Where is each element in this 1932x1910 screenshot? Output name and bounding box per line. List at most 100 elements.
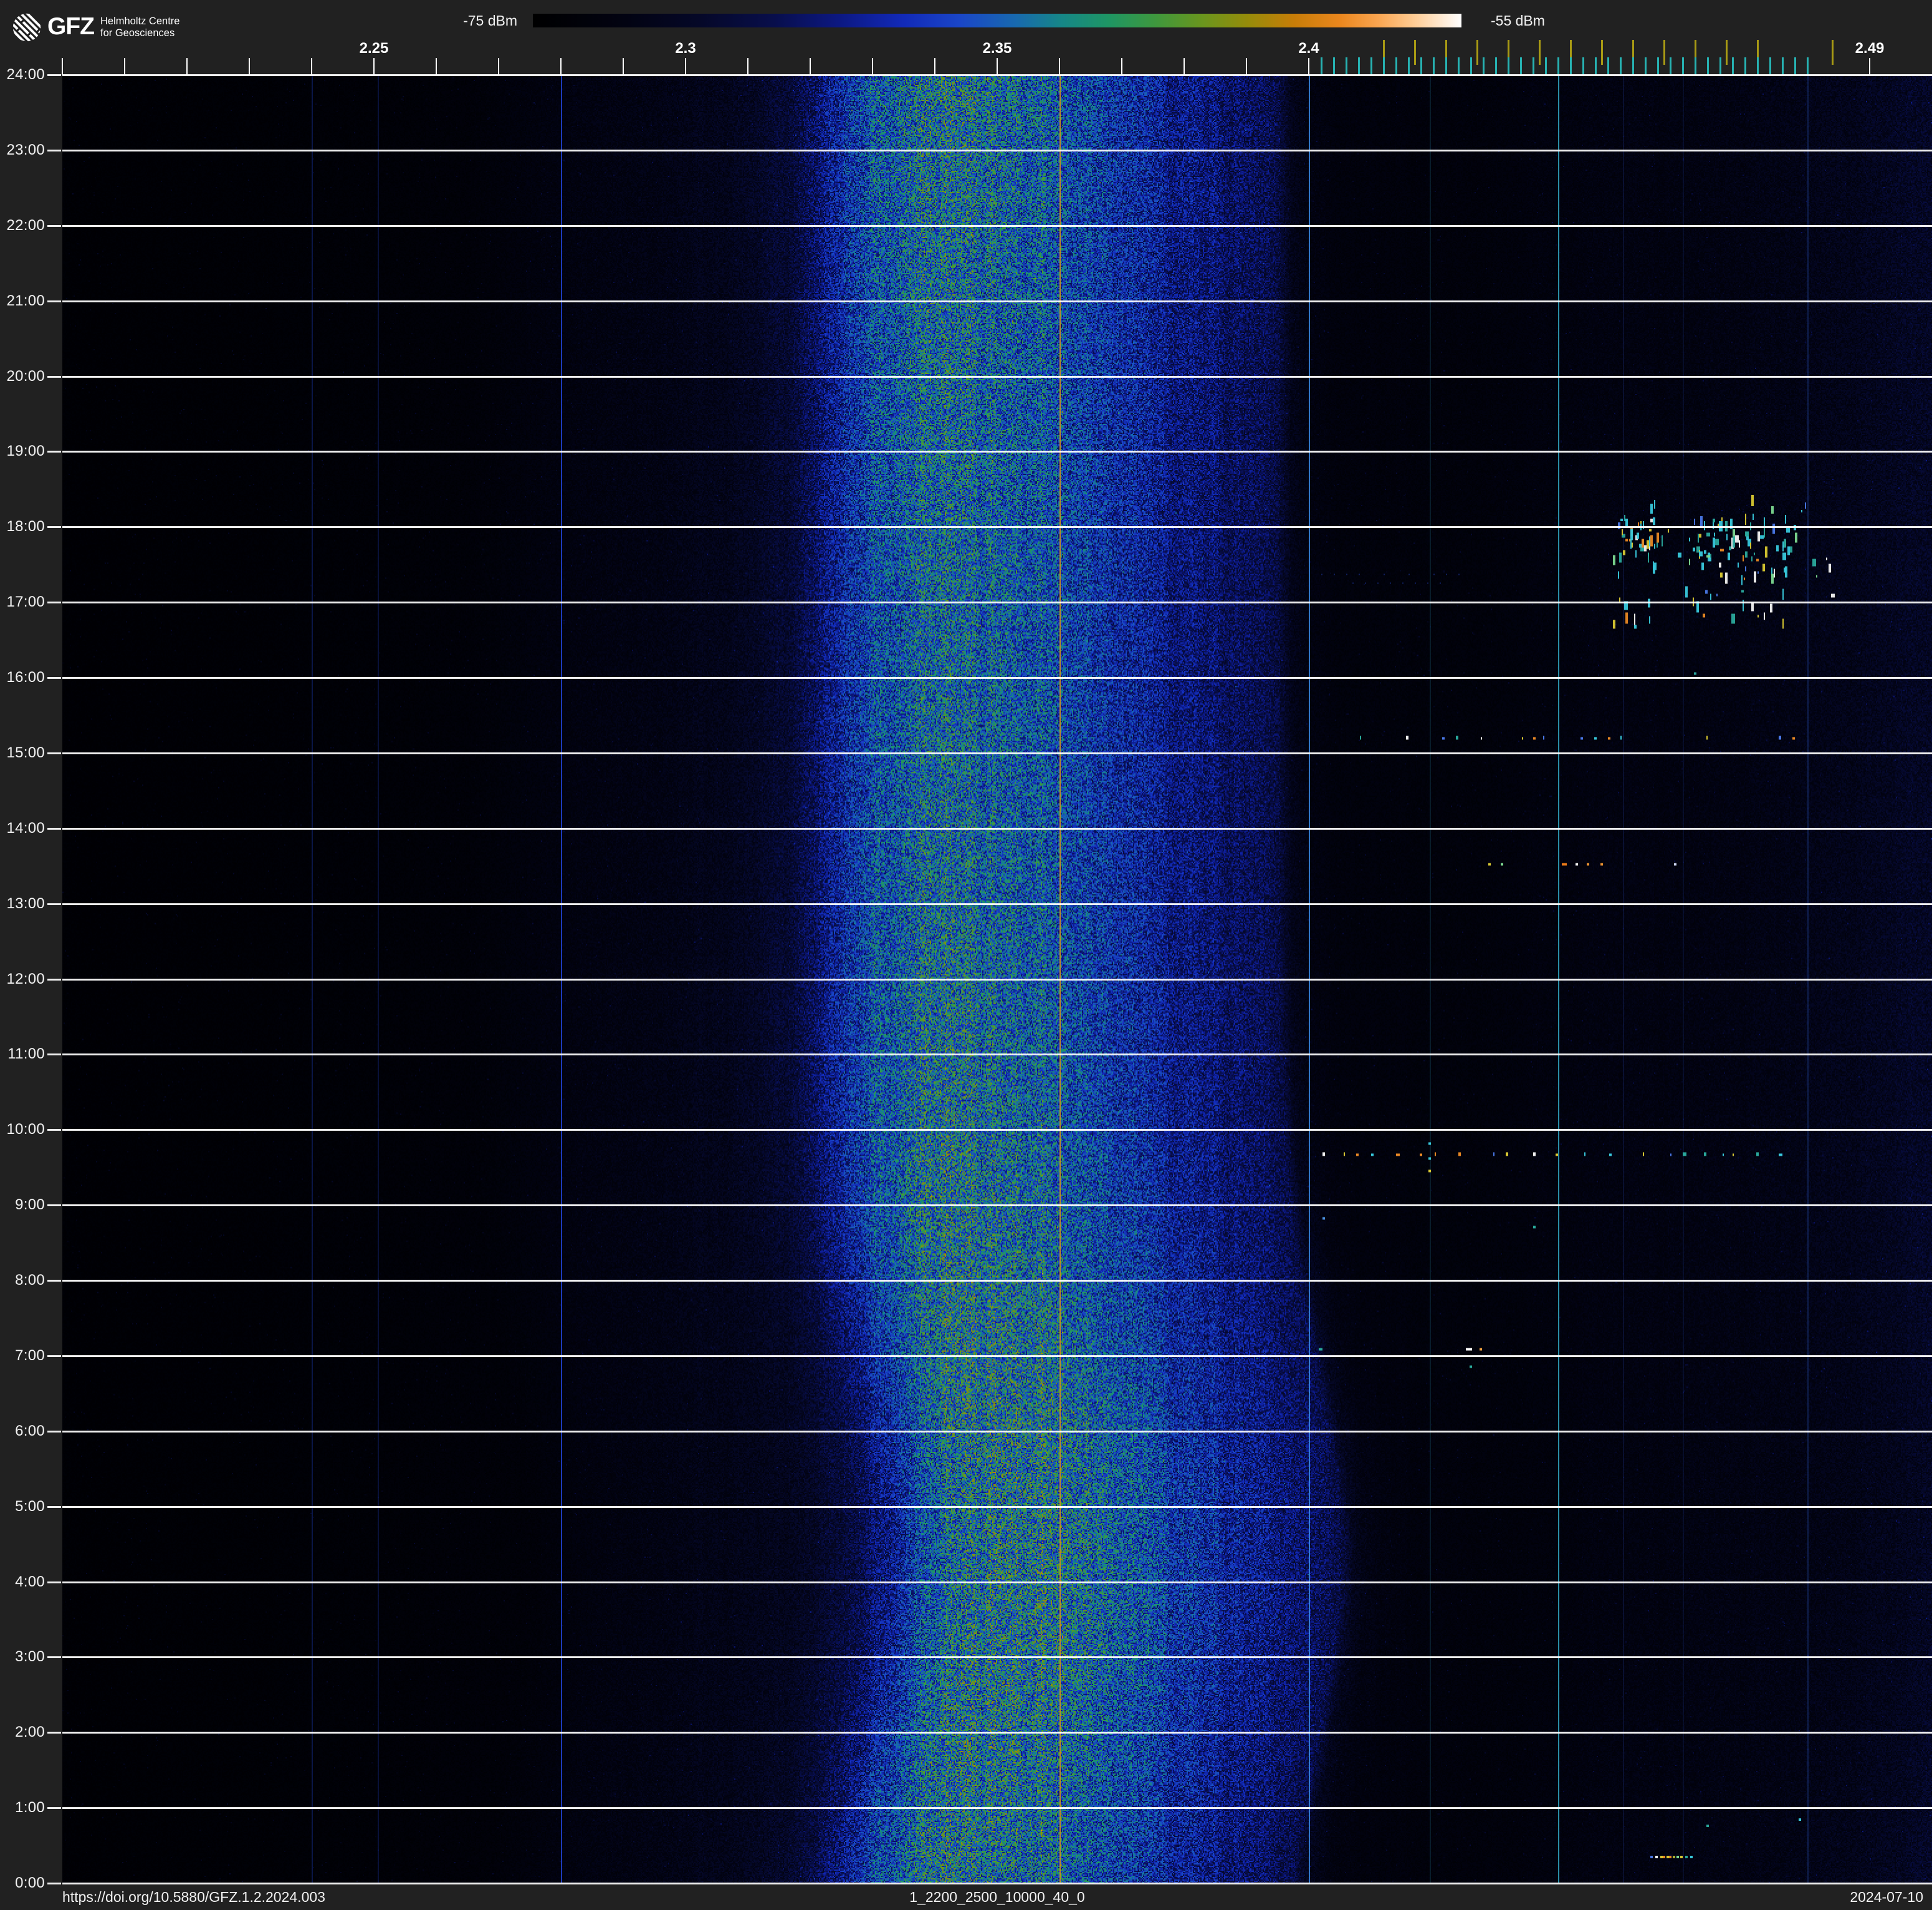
ble-channel-tick bbox=[1370, 57, 1372, 75]
hour-tick bbox=[47, 526, 61, 528]
freq-tick bbox=[436, 58, 437, 75]
freq-tick bbox=[1308, 58, 1309, 75]
freq-tick bbox=[62, 58, 63, 75]
ble-channel-tick bbox=[1408, 57, 1410, 75]
freq-tick bbox=[311, 58, 312, 75]
filename-label: 1_2200_2500_10000_40_0 bbox=[909, 1889, 1085, 1905]
time-label: 23:00 bbox=[6, 142, 45, 158]
wifi-channel-tick bbox=[1476, 40, 1478, 65]
wifi-channel-tick bbox=[1601, 40, 1603, 65]
hour-tick bbox=[47, 1431, 61, 1432]
ble-channel-tick bbox=[1719, 57, 1721, 75]
hour-gridline bbox=[62, 752, 1932, 754]
ble-channel-tick bbox=[1433, 57, 1435, 75]
freq-tick bbox=[1869, 58, 1870, 75]
freq-label: 2.49 bbox=[1855, 40, 1885, 57]
ble-channel-tick bbox=[1744, 57, 1746, 75]
wifi-channel-tick bbox=[1663, 40, 1665, 65]
hour-gridline bbox=[62, 903, 1932, 905]
hour-gridline bbox=[62, 1129, 1932, 1131]
time-label: 3:00 bbox=[15, 1648, 45, 1665]
hour-tick bbox=[47, 376, 61, 378]
ble-channel-tick bbox=[1757, 57, 1759, 75]
time-label: 24:00 bbox=[6, 66, 45, 83]
freq-tick bbox=[997, 58, 998, 75]
doi-link[interactable]: https://doi.org/10.5880/GFZ.1.2.2024.003 bbox=[62, 1889, 325, 1906]
hour-tick bbox=[47, 451, 61, 453]
hour-gridline bbox=[62, 828, 1932, 830]
hour-tick bbox=[47, 1355, 61, 1357]
hour-tick bbox=[47, 1656, 61, 1658]
ble-channel-tick bbox=[1533, 57, 1534, 75]
ble-channel-tick bbox=[1645, 57, 1647, 75]
hour-tick bbox=[47, 1581, 61, 1583]
time-label: 18:00 bbox=[6, 518, 45, 535]
colorbar-min-label: -75 dBm bbox=[463, 12, 517, 29]
ble-channel-tick bbox=[1657, 57, 1659, 75]
freq-tick bbox=[186, 58, 188, 75]
date-label: 2024-07-10 bbox=[1850, 1889, 1923, 1905]
freq-tick bbox=[1184, 58, 1185, 75]
freq-tick bbox=[1059, 58, 1060, 75]
ble-channel-tick bbox=[1557, 57, 1559, 75]
hour-gridline bbox=[62, 300, 1932, 302]
wifi-channel-tick bbox=[1832, 40, 1834, 65]
hour-tick bbox=[47, 828, 61, 830]
ble-channel-tick bbox=[1420, 57, 1422, 75]
time-label: 13:00 bbox=[6, 895, 45, 912]
time-label: 10:00 bbox=[6, 1121, 45, 1138]
hour-gridline bbox=[62, 526, 1932, 528]
ble-channel-tick bbox=[1570, 57, 1572, 75]
ble-channel-tick bbox=[1582, 57, 1584, 75]
ble-channel-tick bbox=[1732, 57, 1734, 75]
time-label: 1:00 bbox=[15, 1799, 45, 1816]
ble-channel-tick bbox=[1607, 57, 1609, 75]
time-label: 17:00 bbox=[6, 593, 45, 610]
freq-tick bbox=[934, 58, 935, 75]
freq-tick bbox=[498, 58, 499, 75]
gfz-logo: GFZ Helmholtz Centre for Geosciences bbox=[12, 12, 179, 45]
ble-channel-tick bbox=[1682, 57, 1684, 75]
time-label: 20:00 bbox=[6, 368, 45, 385]
gfz-logo-icon bbox=[12, 13, 41, 42]
hour-gridline bbox=[62, 1732, 1932, 1734]
ble-channel-tick bbox=[1695, 57, 1696, 75]
ble-channel-tick bbox=[1458, 57, 1460, 75]
hour-tick bbox=[47, 150, 61, 151]
hour-gridline bbox=[62, 1656, 1932, 1658]
hour-tick bbox=[47, 74, 61, 76]
hour-tick bbox=[47, 1053, 61, 1055]
hour-gridline bbox=[62, 1431, 1932, 1432]
ble-channel-tick bbox=[1445, 57, 1447, 75]
freq-label: 2.3 bbox=[675, 40, 696, 57]
freq-tick bbox=[1246, 58, 1247, 75]
hour-gridline bbox=[62, 376, 1932, 378]
ble-channel-tick bbox=[1495, 57, 1497, 75]
hour-gridline bbox=[62, 225, 1932, 227]
hour-tick bbox=[47, 1883, 61, 1884]
time-label: 14:00 bbox=[6, 820, 45, 837]
hour-gridline bbox=[62, 1506, 1932, 1508]
ble-channel-tick bbox=[1769, 57, 1771, 75]
freq-tick bbox=[124, 58, 125, 75]
ble-channel-tick bbox=[1620, 57, 1622, 75]
hour-gridline bbox=[62, 1883, 1932, 1884]
time-label: 12:00 bbox=[6, 971, 45, 987]
hour-tick bbox=[47, 979, 61, 981]
hour-gridline bbox=[62, 1581, 1932, 1583]
hour-tick bbox=[47, 602, 61, 603]
hour-gridline bbox=[62, 451, 1932, 453]
ble-channel-tick bbox=[1346, 57, 1347, 75]
footer: https://doi.org/10.5880/GFZ.1.2.2024.003… bbox=[0, 1885, 1932, 1910]
ble-channel-tick bbox=[1321, 57, 1322, 75]
ble-channel-tick bbox=[1333, 57, 1335, 75]
ble-channel-tick bbox=[1520, 57, 1522, 75]
hour-gridline bbox=[62, 74, 1932, 76]
time-label: 9:00 bbox=[15, 1196, 45, 1213]
hour-gridline bbox=[62, 1807, 1932, 1809]
hour-tick bbox=[47, 677, 61, 679]
time-label: 2:00 bbox=[15, 1724, 45, 1740]
ble-channel-tick bbox=[1358, 57, 1360, 75]
ble-channel-tick bbox=[1508, 57, 1509, 75]
ble-channel-tick bbox=[1595, 57, 1597, 75]
